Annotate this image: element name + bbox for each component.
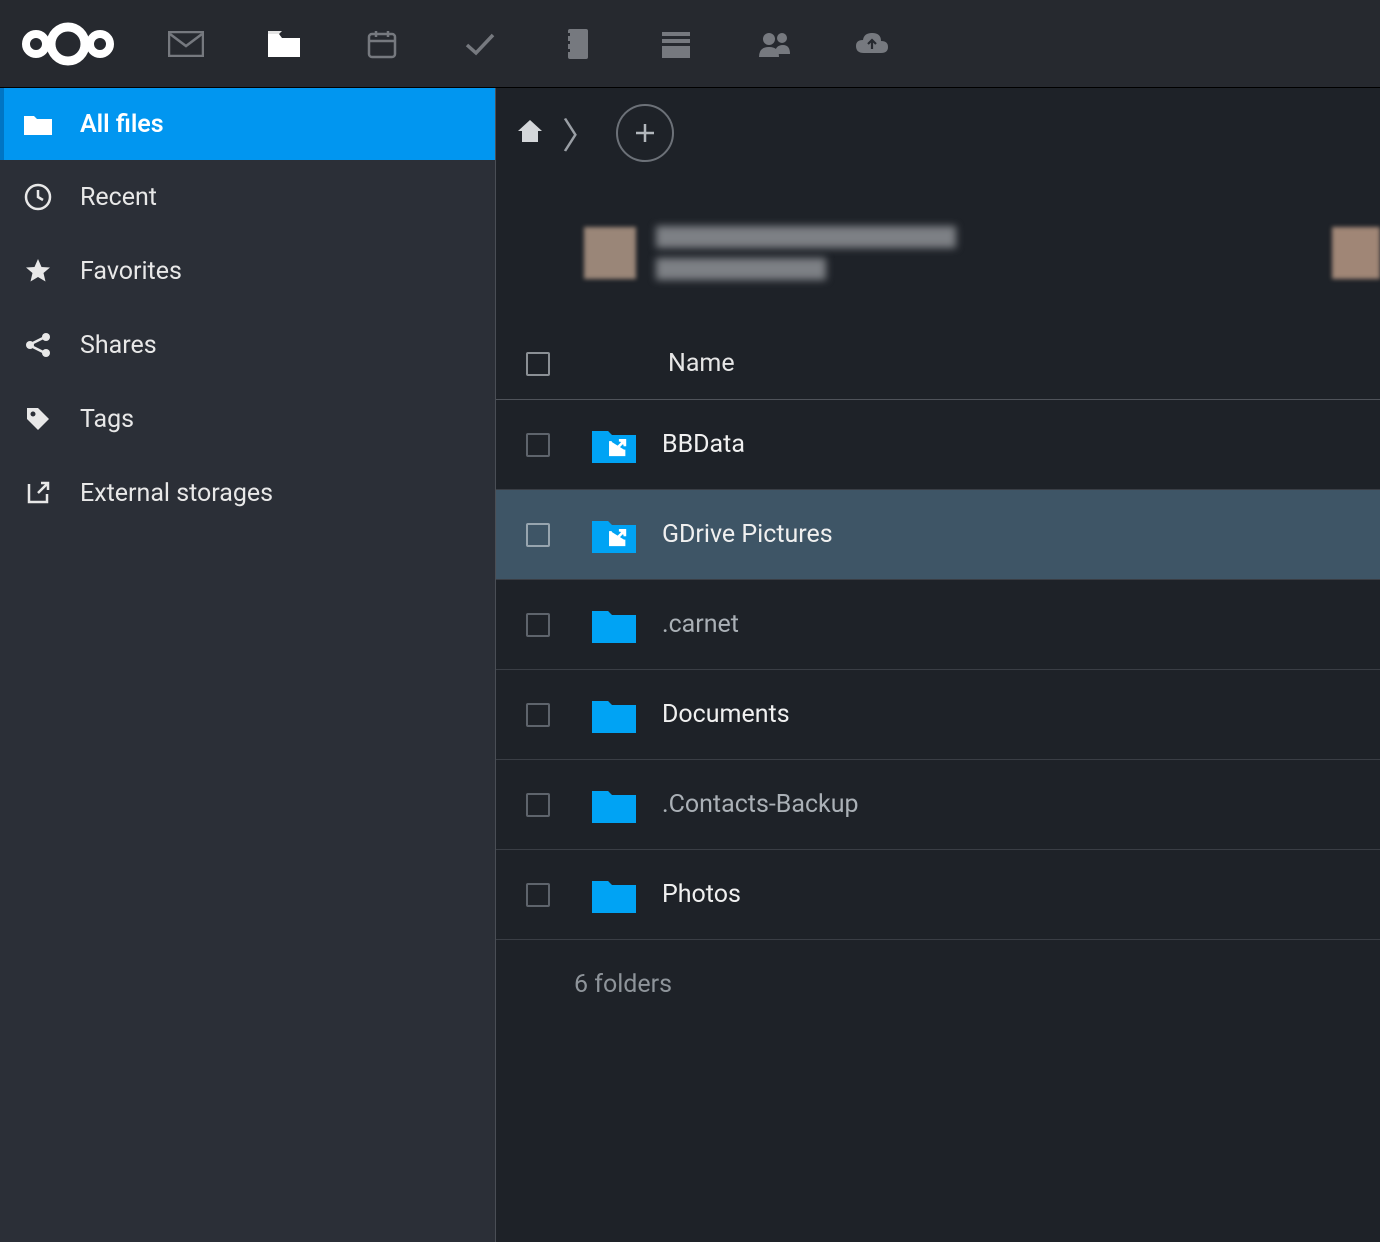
home-icon[interactable] <box>516 118 544 148</box>
folder-icon <box>590 605 638 645</box>
app-header <box>0 0 1380 88</box>
table-row[interactable]: GDrive Pictures <box>496 490 1380 580</box>
file-name: .carnet <box>662 610 739 639</box>
sidebar-item-favorites[interactable]: Favorites <box>0 234 495 308</box>
column-header-name[interactable]: Name <box>668 349 735 378</box>
row-checkbox[interactable] <box>526 703 550 727</box>
calendar-icon[interactable] <box>362 24 402 64</box>
file-name: Photos <box>662 880 741 909</box>
select-all-checkbox[interactable] <box>526 352 550 376</box>
sidebar: All files Recent Favorites Shares Tags <box>0 88 496 1242</box>
sidebar-item-label: Recent <box>80 183 157 212</box>
tasks-icon[interactable] <box>460 24 500 64</box>
table-row[interactable]: Documents <box>496 670 1380 760</box>
sidebar-item-label: External storages <box>80 479 273 508</box>
mail-icon[interactable] <box>166 24 206 64</box>
recommended-thumb[interactable] <box>584 227 636 279</box>
row-checkbox[interactable] <box>526 523 550 547</box>
sidebar-item-label: Shares <box>80 331 157 360</box>
folder-icon <box>22 108 54 140</box>
sidebar-item-label: All files <box>80 110 164 139</box>
file-name: BBData <box>662 430 745 459</box>
row-checkbox[interactable] <box>526 883 550 907</box>
deck-icon[interactable] <box>656 24 696 64</box>
table-row[interactable]: Photos <box>496 850 1380 940</box>
contacts-icon[interactable] <box>754 24 794 64</box>
file-name: .Contacts-Backup <box>662 790 859 819</box>
row-checkbox[interactable] <box>526 613 550 637</box>
sidebar-item-tags[interactable]: Tags <box>0 382 495 456</box>
recommended-thumb[interactable] <box>1332 227 1380 279</box>
sidebar-item-label: Tags <box>80 405 134 434</box>
row-checkbox[interactable] <box>526 793 550 817</box>
folder-icon <box>590 695 638 735</box>
file-name: GDrive Pictures <box>662 520 833 549</box>
cloud-icon[interactable] <box>852 24 892 64</box>
share-icon <box>22 329 54 361</box>
file-list: BBData GDrive Pictures .carnet Documents <box>496 400 1380 940</box>
row-checkbox[interactable] <box>526 433 550 457</box>
sidebar-item-shares[interactable]: Shares <box>0 308 495 382</box>
files-icon[interactable] <box>264 24 304 64</box>
external-icon <box>22 477 54 509</box>
nextcloud-logo[interactable] <box>18 20 118 68</box>
notes-icon[interactable] <box>558 24 598 64</box>
table-row[interactable]: .carnet <box>496 580 1380 670</box>
sidebar-item-external-storages[interactable]: External storages <box>0 456 495 530</box>
sidebar-item-all-files[interactable]: All files <box>0 88 495 160</box>
recommended-files <box>496 178 1380 328</box>
app-nav <box>166 24 892 64</box>
folder-icon <box>590 785 638 825</box>
file-name: Documents <box>662 700 790 729</box>
main-content: 〉 Name BBData <box>496 88 1380 1242</box>
breadcrumb: 〉 <box>496 88 1380 178</box>
table-row[interactable]: BBData <box>496 400 1380 490</box>
sidebar-item-recent[interactable]: Recent <box>0 160 495 234</box>
external-folder-icon <box>590 425 638 465</box>
table-row[interactable]: .Contacts-Backup <box>496 760 1380 850</box>
table-header: Name <box>496 328 1380 400</box>
add-button[interactable] <box>616 104 674 162</box>
breadcrumb-separator: 〉 <box>562 107 598 159</box>
clock-icon <box>22 181 54 213</box>
folder-icon <box>590 875 638 915</box>
recommended-text <box>656 226 956 280</box>
summary: 6 folders <box>496 940 1380 999</box>
sidebar-item-label: Favorites <box>80 257 182 286</box>
tag-icon <box>22 403 54 435</box>
star-icon <box>22 255 54 287</box>
external-folder-icon <box>590 515 638 555</box>
